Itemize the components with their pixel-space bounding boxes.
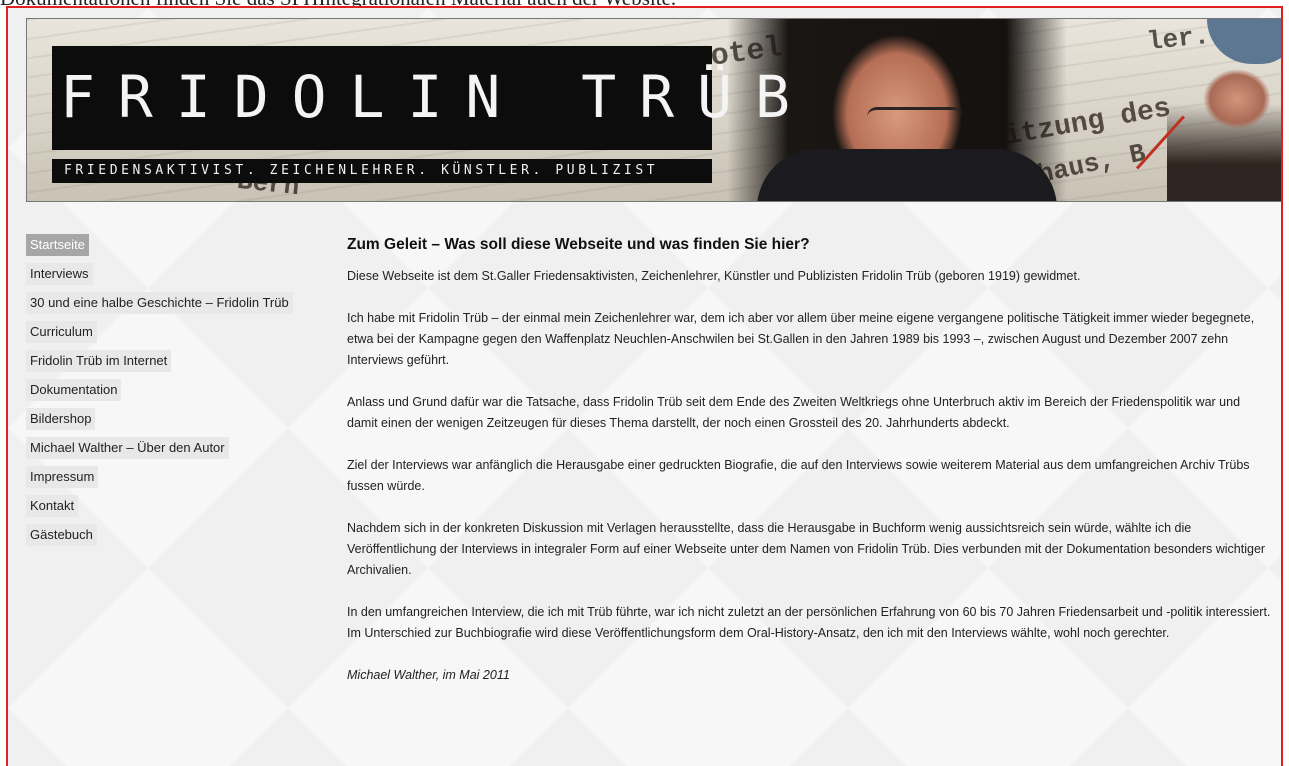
sidebar-item-label: Michael Walther – Über den Autor	[26, 437, 229, 459]
sidebar-item-autor[interactable]: Michael Walther – Über den Autor	[26, 437, 326, 459]
main-content: Zum Geleit – Was soll diese Webseite und…	[347, 234, 1272, 707]
sidebar-item-label: Impressum	[26, 466, 99, 488]
header-banner: Bern im Hotel Sitzung des haus, B ler. F…	[26, 18, 1281, 202]
cap-shape	[1207, 19, 1281, 64]
content-paragraph: Nachdem sich in der konkreten Diskussion…	[347, 521, 1266, 577]
drawing-hand-photo	[1167, 59, 1281, 201]
content-paragraph: Ziel der Interviews war anfänglich die H…	[347, 458, 1250, 493]
sidebar-item-startseite[interactable]: Startseite	[26, 234, 326, 256]
sidebar-item-geschichte[interactable]: 30 und eine halbe Geschichte – Fridolin …	[26, 292, 326, 314]
content-paragraph: Anlass und Grund dafür war die Tatsache,…	[347, 395, 1241, 430]
site-subtitle: FRIEDENSAKTIVIST. ZEICHENLEHRER. KÜNSTLE…	[64, 163, 659, 178]
content-paragraph: Ich habe mit Fridolin Trüb – der einmal …	[347, 311, 1255, 367]
banner-script-text: ler.	[1145, 20, 1211, 58]
portrait-shirt	[757, 149, 1057, 201]
sidebar-item-gaestebuch[interactable]: Gästebuch	[26, 524, 326, 546]
glasses-shape	[867, 107, 963, 136]
sidebar-item-internet[interactable]: Fridolin Trüb im Internet	[26, 350, 326, 372]
sidebar-item-label: Bildershop	[26, 408, 96, 430]
page-title: Zum Geleit – Was soll diese Webseite und…	[347, 236, 810, 253]
sidebar-item-label: Fridolin Trüb im Internet	[26, 350, 172, 372]
sidebar-item-label: Interviews	[26, 263, 93, 285]
site-title: FRIDOLIN TRÜB	[60, 63, 813, 131]
sidebar-item-interviews[interactable]: Interviews	[26, 263, 326, 285]
site-subtitle-box: FRIEDENSAKTIVIST. ZEICHENLEHRER. KÜNSTLE…	[52, 159, 712, 183]
sidebar-item-label: Gästebuch	[26, 524, 97, 546]
sidebar-item-kontakt[interactable]: Kontakt	[26, 495, 326, 517]
sidebar-item-label: Dokumentation	[26, 379, 122, 401]
sidebar-item-impressum[interactable]: Impressum	[26, 466, 326, 488]
sidebar-item-dokumentation[interactable]: Dokumentation	[26, 379, 326, 401]
content-paragraph: Diese Webseite ist dem St.Galler Frieden…	[347, 269, 1081, 283]
sidebar-item-label: Curriculum	[26, 321, 97, 343]
author-signature: Michael Walther, im Mai 2011	[347, 668, 510, 682]
content-paragraph: In den umfangreichen Interview, die ich …	[347, 605, 1271, 640]
sidebar-item-bildershop[interactable]: Bildershop	[26, 408, 326, 430]
sidebar-item-curriculum[interactable]: Curriculum	[26, 321, 326, 343]
sidebar-item-label: 30 und eine halbe Geschichte – Fridolin …	[26, 292, 293, 314]
site-title-box: FRIDOLIN TRÜB	[52, 46, 790, 150]
sidebar-nav: Startseite Interviews 30 und eine halbe …	[26, 234, 326, 553]
sidebar-item-label: Startseite	[26, 234, 89, 256]
sidebar-item-label: Kontakt	[26, 495, 79, 517]
page-frame: Bern im Hotel Sitzung des haus, B ler. F…	[6, 6, 1283, 766]
